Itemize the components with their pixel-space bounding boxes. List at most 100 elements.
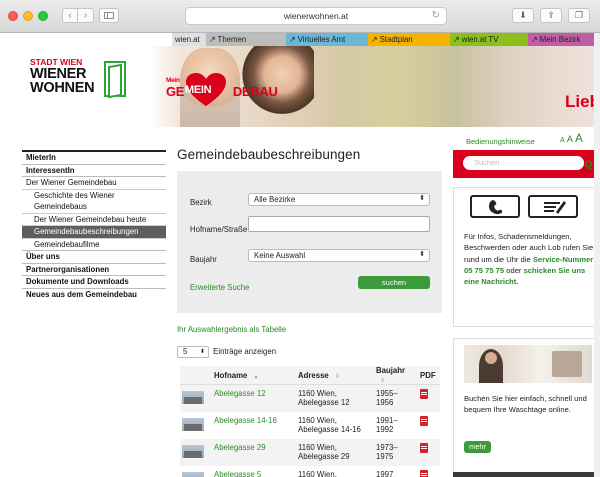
- wiener-wohnen-logo[interactable]: STADT WIEN WIENER WOHNEN: [30, 58, 148, 108]
- font-size-medium[interactable]: A: [567, 134, 573, 144]
- column-header-adresse[interactable]: Adresse ⇕: [294, 366, 372, 385]
- pdf-icon[interactable]: [420, 442, 428, 453]
- pdf-icon[interactable]: [420, 469, 428, 477]
- column-header-pdf: PDF: [416, 366, 440, 385]
- select-arrows-icon: ⬍: [419, 251, 425, 258]
- hofname-link[interactable]: Abelegasse 5: [210, 466, 294, 477]
- header-banner: STADT WIEN WIENER WOHNEN Mein GE DEBAU M…: [22, 46, 600, 127]
- column-header-hofname[interactable]: Hofname ▲: [210, 366, 294, 385]
- adresse-cell: 1160 Wien, Abelegasse 14-16: [298, 415, 361, 434]
- page-scrollbar[interactable]: [594, 33, 600, 477]
- hofname-link[interactable]: Abelegasse 12: [210, 384, 294, 412]
- contact-info-box: Für Infos, Schadensmeldungen, Beschwerde…: [453, 187, 600, 327]
- reload-icon[interactable]: ↻: [432, 8, 440, 24]
- slogan-ge: GE: [166, 84, 185, 99]
- table-row: Abelegasse 14-16 1160 Wien, Abelegasse 1…: [180, 412, 440, 439]
- sort-ascending-icon: ▲: [253, 373, 259, 380]
- write-message-icon[interactable]: [528, 195, 578, 218]
- pdf-cell: [416, 466, 440, 477]
- sidebar-icon: [104, 12, 114, 19]
- search-input[interactable]: Suchen: [463, 156, 584, 170]
- url-text: wienerwohnen.at: [283, 11, 349, 21]
- window-controls: [8, 11, 48, 21]
- entries-select[interactable]: 5 ⬍: [177, 346, 209, 358]
- hofname-input[interactable]: [248, 216, 430, 232]
- topnav-wien[interactable]: wien.at: [172, 33, 206, 46]
- table-row: Abelegasse 29 1160 Wien, Abelegasse 29 1…: [180, 438, 440, 466]
- waschtage-photo: [464, 345, 592, 383]
- tabs-overview-button[interactable]: ❐: [568, 8, 590, 23]
- column-header-baujahr[interactable]: Baujahr ⇕: [372, 366, 416, 385]
- share-button[interactable]: ⇪: [540, 8, 562, 23]
- column-header-image: [180, 366, 210, 385]
- zoom-window-button[interactable]: [38, 11, 48, 21]
- close-window-button[interactable]: [8, 11, 18, 21]
- sort-icon: ⇕: [380, 378, 386, 384]
- nav-item-neues[interactable]: Neues aus dem Gemeindebau: [22, 287, 166, 301]
- nav-item-filme[interactable]: Gemeindebaufilme: [22, 237, 166, 251]
- slogan-debau: DEBAU: [232, 84, 278, 99]
- nav-item-mieterin[interactable]: MieterIn: [22, 150, 166, 164]
- bedienungshinweise-link[interactable]: Bedienungshinweise: [466, 137, 535, 146]
- topnav-mein-bezirk[interactable]: ↗ Mein Bezirk: [528, 33, 600, 46]
- back-button[interactable]: ‹: [62, 8, 78, 23]
- download-button[interactable]: ⬇: [512, 8, 534, 23]
- logo-line-2: WIENER: [30, 66, 87, 82]
- pdf-cell: [416, 412, 440, 439]
- font-size-small[interactable]: A: [560, 137, 565, 144]
- search-icon[interactable]: Q: [585, 159, 592, 169]
- sidebar-toggle-button[interactable]: [99, 8, 119, 23]
- pdf-cell: [416, 438, 440, 466]
- bezirk-value: Alle Bezirke: [254, 195, 296, 204]
- minimize-window-button[interactable]: [23, 11, 33, 21]
- mehr-button[interactable]: mehr: [464, 441, 491, 453]
- font-size-controls: A A A: [560, 133, 583, 145]
- history-buttons: ‹ ›: [62, 8, 94, 23]
- erweiterte-suche-link[interactable]: Erweiterte Suche: [190, 283, 249, 292]
- pdf-icon[interactable]: [420, 415, 428, 426]
- nav-item-geschichte[interactable]: Geschichte des Wiener Gemeindebaus: [22, 188, 166, 213]
- building-thumbnail[interactable]: [180, 466, 210, 477]
- nav-item-ueber-uns[interactable]: Über uns: [22, 250, 166, 263]
- waschtage-box: Buchen Sie hier einfach, schnell und beq…: [453, 338, 600, 476]
- adresse-cell: 1160 Wien, Abelegasse 12: [294, 384, 372, 412]
- hofname-label: Hofname/Straße: [190, 225, 248, 234]
- nav-item-gemeindebau[interactable]: Der Wiener Gemeindebau: [22, 176, 166, 189]
- topnav-stadtplan[interactable]: ↗ Stadtplan: [368, 33, 450, 46]
- bezirk-select[interactable]: Alle Bezirke ⬍: [248, 193, 430, 206]
- building-thumbnail[interactable]: [180, 438, 210, 466]
- baujahr-select[interactable]: Keine Auswahl ⬍: [248, 249, 430, 262]
- forward-button[interactable]: ›: [78, 8, 94, 23]
- suchen-button[interactable]: suchen: [358, 276, 430, 289]
- sort-icon: ⇕: [334, 373, 340, 380]
- hofname-link[interactable]: Abelegasse 29: [210, 438, 294, 466]
- browser-actions: ⬇ ⇪ ❐: [512, 8, 590, 23]
- page-title: Gemeindebaubeschreibungen: [177, 147, 361, 162]
- results-as-table-link[interactable]: Ihr Auswahlergebnis als Tabelle: [177, 325, 286, 334]
- nav-item-partner[interactable]: Partnerorganisationen: [22, 262, 166, 276]
- building-thumbnail[interactable]: [180, 384, 210, 412]
- baujahr-cell: 1991–1992: [376, 415, 398, 434]
- font-size-large[interactable]: A: [575, 133, 583, 145]
- search-placeholder: Suchen: [474, 158, 500, 167]
- column-header-label: Adresse: [298, 370, 329, 380]
- nav-item-interessentin[interactable]: InteressentIn: [22, 163, 166, 177]
- column-header-label: Baujahr: [376, 366, 406, 375]
- phone-icon[interactable]: [470, 195, 520, 218]
- topnav-themen[interactable]: ↗ Themen: [206, 33, 286, 46]
- topnav-wien-tv[interactable]: ↗ wien.at TV: [450, 33, 528, 46]
- building-thumbnail[interactable]: [180, 412, 210, 439]
- slogan-mein: Mein: [166, 77, 180, 84]
- right-sidebar: Suchen Q Für Infos, Schadensmeldungen, B…: [453, 150, 600, 477]
- nav-item-heute[interactable]: Der Wiener Gemeindebau heute: [22, 212, 166, 226]
- address-bar[interactable]: wienerwohnen.at ↻: [185, 7, 447, 25]
- hofname-link[interactable]: Abelegasse 14-16: [210, 412, 294, 439]
- left-navigation: MieterIn InteressentIn Der Wiener Gemein…: [22, 150, 166, 300]
- baujahr-cell: 1973–1975: [372, 438, 416, 466]
- nav-item-dokumente[interactable]: Dokumente und Downloads: [22, 275, 166, 288]
- topnav-virtuelles-amt[interactable]: ↗ Virtuelles Amt: [286, 33, 368, 46]
- pdf-icon[interactable]: [420, 389, 428, 399]
- adresse-cell: 1160 Wien,: [298, 469, 337, 477]
- logo-line-3: WOHNEN: [30, 80, 95, 96]
- nav-item-beschreibungen[interactable]: Gemeindebaubeschreibungen: [22, 225, 166, 238]
